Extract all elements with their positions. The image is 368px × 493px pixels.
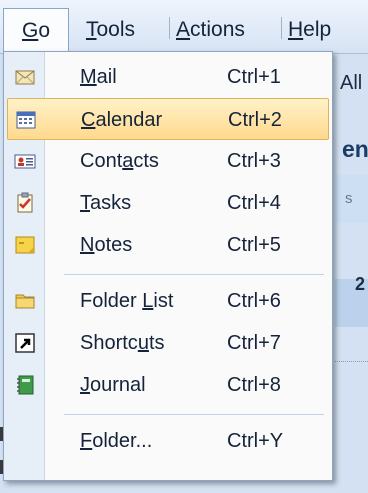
date-fragment: 2 bbox=[355, 274, 366, 294]
shortcut-label: Ctrl+2 bbox=[228, 109, 282, 131]
contacts-icon bbox=[14, 150, 36, 172]
shortcut-label: Ctrl+1 bbox=[227, 66, 281, 88]
menu-item-tasks[interactable]: Tasks Ctrl+4 bbox=[7, 182, 329, 224]
shortcut-arrow-icon bbox=[14, 332, 36, 354]
shortcut-label: Ctrl+6 bbox=[227, 290, 281, 312]
go-menu-dropdown: Mail Ctrl+1 Calendar Ctrl+2 Contacts Ctr… bbox=[3, 51, 333, 481]
journal-icon bbox=[14, 374, 36, 396]
menu-item-mail[interactable]: Mail Ctrl+1 bbox=[7, 56, 329, 98]
dotted-divider bbox=[335, 361, 368, 362]
menu-item-contacts[interactable]: Contacts Ctrl+3 bbox=[7, 140, 329, 182]
menu-separator bbox=[64, 274, 324, 275]
menu-go[interactable]: Go bbox=[3, 8, 69, 52]
menu-tools[interactable]: Tools bbox=[86, 10, 135, 50]
tasks-icon bbox=[14, 192, 36, 214]
menu-item-calendar[interactable]: Calendar Ctrl+2 bbox=[7, 98, 329, 140]
calendar-icon bbox=[15, 109, 37, 131]
mail-icon bbox=[14, 66, 36, 88]
menu-item-notes[interactable]: Notes Ctrl+5 bbox=[7, 224, 329, 266]
menu-item-journal[interactable]: Journal Ctrl+8 bbox=[7, 364, 329, 406]
menu-separator bbox=[64, 414, 324, 415]
shortcut-label: Ctrl+4 bbox=[227, 192, 281, 214]
search-fragment[interactable]: s bbox=[345, 190, 353, 207]
shortcut-label: Ctrl+3 bbox=[227, 150, 281, 172]
pane-title-fragment: en bbox=[342, 136, 368, 162]
notes-icon bbox=[14, 234, 36, 256]
menu-separator bbox=[169, 17, 170, 39]
shortcut-label: Ctrl+8 bbox=[227, 374, 281, 396]
menu-item-folder[interactable]: Folder... Ctrl+Y bbox=[7, 420, 329, 462]
menu-bar: Go Tools Actions Help bbox=[0, 0, 368, 54]
menu-item-shortcuts[interactable]: Shortcuts Ctrl+7 bbox=[7, 322, 329, 364]
toolbar-fragment-text[interactable]: All bbox=[340, 72, 362, 95]
shortcut-label: Ctrl+7 bbox=[227, 332, 281, 354]
menu-help[interactable]: Help bbox=[288, 10, 331, 50]
shortcut-label: Ctrl+5 bbox=[227, 234, 281, 256]
folder-icon bbox=[14, 290, 36, 312]
shortcut-label: Ctrl+Y bbox=[227, 430, 284, 452]
menu-actions[interactable]: Actions bbox=[176, 10, 245, 50]
menu-item-folder-list[interactable]: Folder List Ctrl+6 bbox=[7, 280, 329, 322]
menu-separator bbox=[281, 17, 282, 39]
